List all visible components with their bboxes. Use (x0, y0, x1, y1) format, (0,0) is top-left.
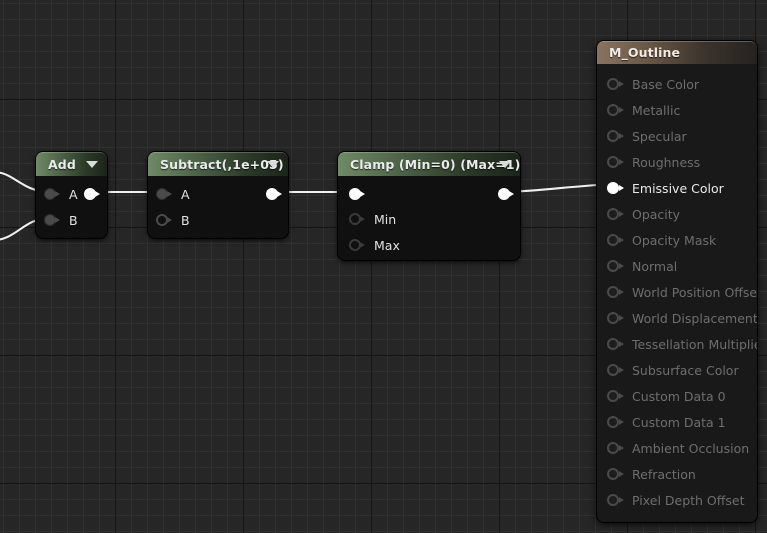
node-clamp-body: Min Max (338, 176, 520, 260)
chevron-down-icon[interactable] (267, 161, 279, 168)
material-input-label: World Position Offset (632, 284, 757, 300)
material-input-label: Refraction (632, 466, 696, 482)
pin-circle-icon[interactable] (349, 239, 365, 251)
pin-circle-icon[interactable] (607, 442, 624, 454)
node-clamp-input-max[interactable]: Max (349, 237, 400, 253)
pin-circle-icon[interactable] (607, 104, 624, 116)
pin-circle-icon[interactable] (349, 213, 365, 225)
pin-circle-icon[interactable] (607, 260, 624, 272)
material-input-metallic[interactable]: Metallic (597, 97, 757, 123)
node-subtract[interactable]: Subtract(,1e+05) A B (148, 152, 288, 238)
node-clamp-title: Clamp (Min=0) (Max=1) (350, 156, 520, 172)
material-input-label: Ambient Occlusion (632, 440, 750, 456)
node-clamp-header[interactable]: Clamp (Min=0) (Max=1) (338, 152, 520, 176)
node-clamp[interactable]: Clamp (Min=0) (Max=1) Min Max (338, 152, 520, 260)
material-input-specular[interactable]: Specular (597, 123, 757, 149)
node-add-body: A B (36, 176, 107, 238)
node-add-input-b[interactable]: B (44, 212, 78, 228)
node-subtract-title: Subtract(,1e+05) (160, 156, 284, 172)
material-input-label: Roughness (632, 154, 701, 170)
material-output-pin-list: Base Color Metallic Specular Roughness E… (597, 64, 757, 522)
material-input-label: Opacity Mask (632, 232, 717, 248)
material-input-custom-data-1[interactable]: Custom Data 1 (597, 409, 757, 435)
pin-circle-icon[interactable] (607, 130, 624, 142)
material-graph-canvas[interactable]: Add A B Subtract(,1e+05) A B Clamp (Min=… (0, 0, 767, 533)
pin-circle-icon[interactable] (156, 214, 172, 226)
pin-circle-icon[interactable] (607, 156, 624, 168)
material-name-label: M_Outline (609, 45, 681, 60)
material-input-custom-data-0[interactable]: Custom Data 0 (597, 383, 757, 409)
material-output-header[interactable]: M_Outline (597, 41, 757, 64)
material-input-label: World Displacement (632, 310, 757, 326)
material-input-opacity[interactable]: Opacity (597, 201, 757, 227)
node-clamp-output[interactable] (498, 186, 514, 202)
material-input-label: Normal (632, 258, 678, 274)
material-input-label: Emissive Color (632, 180, 724, 196)
pin-circle-icon[interactable] (607, 364, 624, 376)
material-input-base-color[interactable]: Base Color (597, 71, 757, 97)
pin-circle-icon[interactable] (266, 188, 282, 200)
pin-circle-icon[interactable] (607, 312, 624, 324)
material-input-world-position-offset[interactable]: World Position Offset (597, 279, 757, 305)
material-input-normal[interactable]: Normal (597, 253, 757, 279)
material-input-label: Custom Data 0 (632, 388, 726, 404)
material-input-label: Metallic (632, 102, 681, 118)
material-input-label: Custom Data 1 (632, 414, 726, 430)
material-input-label: Tessellation Multiplier (632, 336, 757, 352)
material-input-refraction[interactable]: Refraction (597, 461, 757, 487)
pin-label: Min (374, 211, 397, 227)
pin-circle-icon[interactable] (607, 182, 624, 194)
material-input-label: Pixel Depth Offset (632, 492, 745, 508)
node-subtract-body: A B (148, 176, 288, 238)
pin-circle-icon[interactable] (607, 468, 624, 480)
material-input-label: Opacity (632, 206, 681, 222)
node-add-output[interactable] (84, 186, 100, 202)
material-input-world-displacement[interactable]: World Displacement (597, 305, 757, 331)
pin-circle-icon[interactable] (607, 286, 624, 298)
material-input-pixel-depth-offset[interactable]: Pixel Depth Offset (597, 487, 757, 513)
material-input-opacity-mask[interactable]: Opacity Mask (597, 227, 757, 253)
pin-circle-icon[interactable] (607, 208, 624, 220)
chevron-down-icon[interactable] (86, 161, 98, 168)
material-input-label: Subsurface Color (632, 362, 739, 378)
material-input-ambient-occlusion[interactable]: Ambient Occlusion (597, 435, 757, 461)
node-subtract-input-b[interactable]: B (156, 212, 190, 228)
pin-circle-icon[interactable] (607, 338, 624, 350)
material-output-node[interactable]: M_Outline Base Color Metallic Specular R… (597, 41, 757, 522)
pin-circle-icon[interactable] (84, 188, 100, 200)
material-input-label: Base Color (632, 76, 700, 92)
pin-label: B (69, 212, 78, 228)
material-input-roughness[interactable]: Roughness (597, 149, 757, 175)
pin-circle-icon[interactable] (349, 188, 365, 200)
pin-label: B (181, 212, 190, 228)
pin-circle-icon[interactable] (156, 188, 172, 200)
node-clamp-input-min[interactable]: Min (349, 211, 396, 227)
pin-circle-icon[interactable] (44, 214, 60, 226)
node-subtract-input-a[interactable]: A (156, 186, 190, 202)
pin-label: A (181, 186, 190, 202)
chevron-down-icon[interactable] (499, 161, 511, 168)
node-subtract-output[interactable] (266, 186, 282, 202)
material-input-subsurface-color[interactable]: Subsurface Color (597, 357, 757, 383)
pin-circle-icon[interactable] (607, 416, 624, 428)
material-input-label: Specular (632, 128, 687, 144)
pin-circle-icon[interactable] (607, 234, 624, 246)
material-input-tessellation-multiplier[interactable]: Tessellation Multiplier (597, 331, 757, 357)
node-add-header[interactable]: Add (36, 152, 107, 176)
node-add-input-a[interactable]: A (44, 186, 78, 202)
material-input-emissive-color[interactable]: Emissive Color (597, 175, 757, 201)
pin-label: Max (374, 237, 400, 253)
pin-label: A (69, 186, 78, 202)
pin-circle-icon[interactable] (44, 188, 60, 200)
node-add[interactable]: Add A B (36, 152, 107, 238)
pin-circle-icon[interactable] (607, 494, 624, 506)
pin-circle-icon[interactable] (498, 188, 514, 200)
node-subtract-header[interactable]: Subtract(,1e+05) (148, 152, 288, 176)
node-add-title: Add (48, 156, 76, 172)
node-clamp-input-value[interactable] (349, 186, 365, 202)
pin-circle-icon[interactable] (607, 78, 624, 90)
pin-circle-icon[interactable] (607, 390, 624, 402)
